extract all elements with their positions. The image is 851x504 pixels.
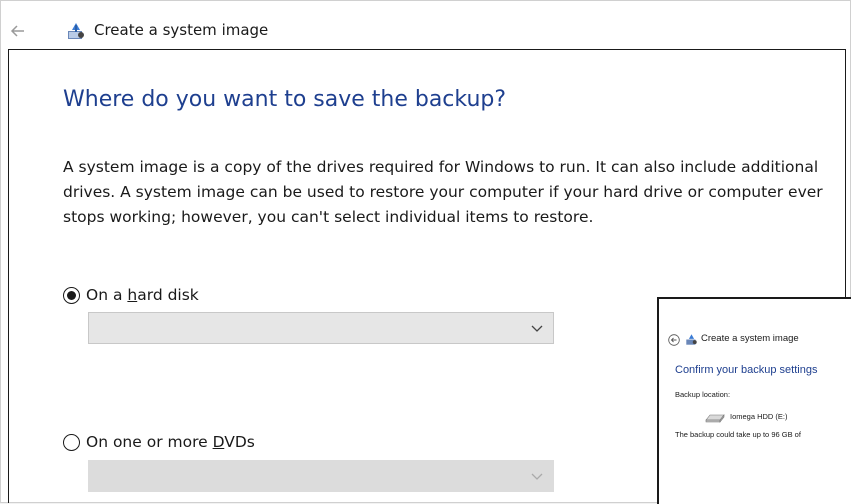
inset-heading: Confirm your backup settings [675, 364, 818, 376]
confirm-settings-inset: Create a system image Confirm your backu… [657, 297, 851, 504]
dvd-option[interactable]: On one or more DVDs [63, 433, 255, 451]
backup-location-label: Backup location: [675, 390, 731, 399]
hard-disk-dropdown[interactable] [88, 312, 554, 344]
dvd-dropdown[interactable] [88, 460, 554, 492]
dvd-radio[interactable] [63, 433, 80, 451]
chevron-down-icon [531, 473, 543, 480]
create-system-image-window: Create a system image Where do you want … [0, 0, 851, 504]
window-title: Create a system image [94, 21, 269, 39]
inset-window-title: Create a system image [701, 333, 799, 344]
back-arrow-icon[interactable] [7, 20, 29, 42]
system-image-icon [686, 334, 697, 345]
dvd-label[interactable]: On one or more DVDs [86, 433, 255, 451]
hard-disk-option[interactable]: On a hard disk [63, 286, 199, 304]
radio-selected-dot [67, 290, 76, 300]
backup-size-note: The backup could take up to 96 GB of [675, 430, 801, 439]
hard-disk-label[interactable]: On a hard disk [86, 286, 199, 304]
page-description: A system image is a copy of the drives r… [63, 158, 823, 226]
back-arrow-icon [668, 334, 680, 346]
backup-drive-name: Iomega HDD (E:) [730, 412, 788, 421]
hard-disk-radio[interactable] [63, 286, 80, 304]
hard-drive-icon [705, 414, 725, 423]
system-image-icon [68, 23, 84, 39]
page-heading: Where do you want to save the backup? [63, 87, 507, 112]
chevron-down-icon[interactable] [531, 322, 543, 334]
